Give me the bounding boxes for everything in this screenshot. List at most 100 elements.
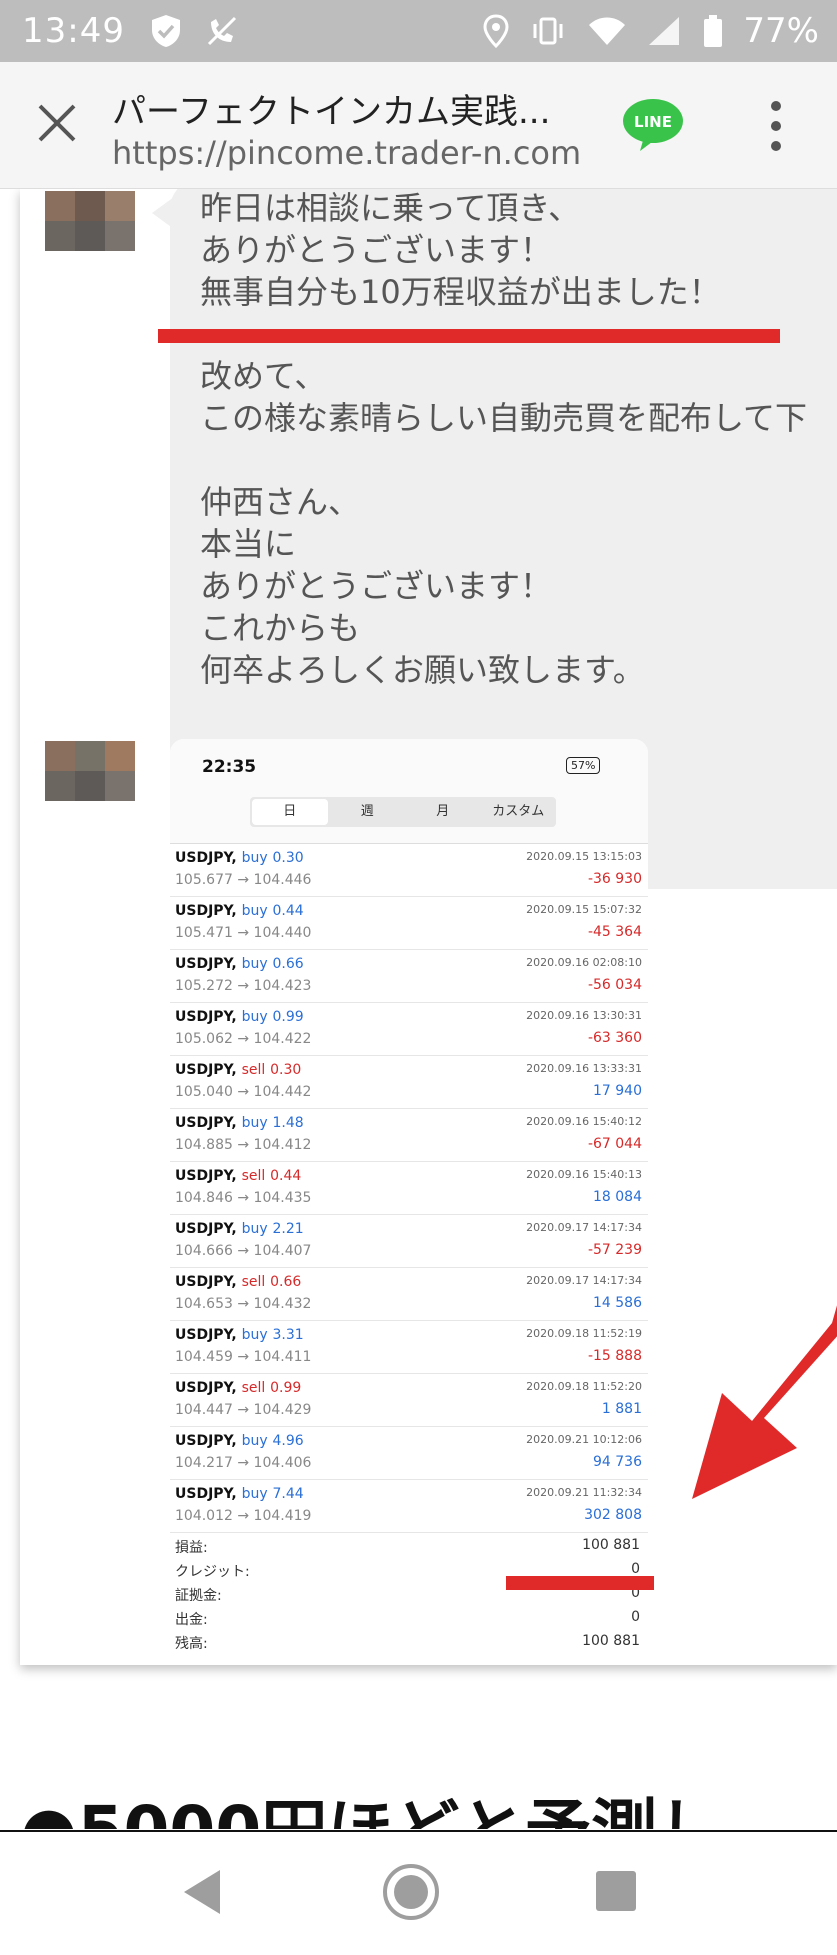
- trade-profit: -45 364: [587, 924, 642, 940]
- trade-open-price: 104.459: [175, 1349, 233, 1365]
- shield-icon: [149, 13, 183, 49]
- trade-row: USDJPY, buy 1.48 104.885 → 104.412 2020.09…: [170, 1109, 648, 1162]
- recents-icon[interactable]: [595, 1870, 637, 1916]
- home-icon[interactable]: [381, 1862, 441, 1926]
- trade-lots: 0.44: [270, 1168, 302, 1184]
- trade-pair: USDJPY,: [175, 903, 237, 919]
- trade-pair: USDJPY,: [175, 1327, 237, 1343]
- trade-row: USDJPY, buy 0.44 105.471 → 104.440 2020.09…: [170, 897, 648, 950]
- summary-label: 出金:: [175, 1612, 208, 1628]
- trade-lots: 0.30: [272, 850, 304, 866]
- trade-lots: 0.99: [270, 1380, 302, 1396]
- trade-lots: 0.30: [270, 1062, 302, 1078]
- trade-open-price: 105.677: [175, 872, 233, 888]
- trade-pair: USDJPY,: [175, 1380, 237, 1396]
- trade-open-price: 104.012: [175, 1508, 233, 1524]
- period-tab: 日: [252, 799, 328, 825]
- trade-open-price: 104.885: [175, 1137, 233, 1153]
- trade-profit: -36 930: [587, 871, 642, 887]
- trade-row: USDJPY, buy 0.66 105.272 → 104.423 2020.09…: [170, 950, 648, 1003]
- trade-close-price: 104.442: [253, 1084, 312, 1100]
- line-share-icon[interactable]: LINE: [622, 97, 684, 151]
- summary-row: 出金: 0: [170, 1609, 648, 1633]
- message-line: 仲西さん、: [200, 483, 361, 521]
- trade-close-price: 104.423: [253, 978, 312, 994]
- trade-row: USDJPY, buy 2.21 104.666 → 104.407 2020.09…: [170, 1215, 648, 1268]
- trade-datetime: 2020.09.21 10:12:06: [526, 1433, 642, 1446]
- trade-profit: 302 808: [584, 1507, 642, 1523]
- avatar: [45, 191, 135, 251]
- trade-close-price: 104.440: [253, 925, 312, 941]
- message-line: [200, 439, 807, 481]
- status-bar: 13:49 77%: [0, 0, 837, 62]
- trade-profit: 14 586: [593, 1295, 642, 1311]
- trade-open-price: 104.666: [175, 1243, 233, 1259]
- message-line: 何卒よろしくお願い致します。: [200, 651, 645, 689]
- system-nav-bar: [0, 1830, 837, 1955]
- trade-side: buy: [241, 1327, 268, 1343]
- signal-icon: [647, 15, 683, 47]
- trade-row: USDJPY, buy 4.96 104.217 → 104.406 2020.09…: [170, 1427, 648, 1480]
- trade-side: buy: [241, 1486, 268, 1502]
- summary-value: 0: [631, 1561, 640, 1577]
- back-icon[interactable]: [180, 1868, 224, 1920]
- trade-datetime: 2020.09.17 14:17:34: [526, 1221, 642, 1234]
- message-line: ありがとうございます！: [200, 567, 553, 605]
- balance-underline: [506, 1576, 654, 1590]
- trade-summary: 損益: 100 881 クレジット: 0 証拠金: 0 出金: 0 残高: 100 881: [170, 1533, 648, 1657]
- trade-open-price: 104.217: [175, 1455, 233, 1471]
- trade-profit: 18 084: [593, 1189, 642, 1205]
- status-time: 13:49: [22, 11, 125, 51]
- trade-side: buy: [241, 1009, 268, 1025]
- trade-profit: -56 034: [587, 977, 642, 993]
- trade-side: buy: [241, 956, 268, 972]
- trade-side: sell: [241, 1062, 266, 1078]
- trade-close-price: 104.435: [253, 1190, 312, 1206]
- trade-datetime: 2020.09.16 15:40:13: [526, 1168, 642, 1181]
- period-tab: 週: [360, 804, 374, 819]
- summary-value: 100 881: [582, 1633, 640, 1649]
- trade-side: buy: [241, 1115, 268, 1131]
- trade-profit: -15 888: [587, 1348, 642, 1364]
- line-label: LINE: [634, 113, 672, 131]
- shot-battery: 57%: [566, 757, 601, 774]
- trade-profit: -57 239: [587, 1242, 642, 1258]
- trade-datetime: 2020.09.16 13:33:31: [526, 1062, 642, 1075]
- trade-row: USDJPY, buy 3.31 104.459 → 104.411 2020.09…: [170, 1321, 648, 1374]
- page-url[interactable]: https://pincome.trader-n.com: [112, 134, 581, 172]
- trade-pair: USDJPY,: [175, 956, 237, 972]
- trade-row: USDJPY, sell 0.30 105.040 → 104.442 2020.0…: [170, 1056, 648, 1109]
- trade-pair: USDJPY,: [175, 1168, 237, 1184]
- period-tabs: 日 週 月 カスタム: [250, 797, 556, 827]
- summary-value: 100 881: [582, 1537, 640, 1553]
- red-arrow-icon: [692, 1305, 837, 1499]
- trade-close-price: 104.422: [253, 1031, 312, 1047]
- trade-close-price: 104.411: [253, 1349, 312, 1365]
- trade-lots: 0.44: [272, 903, 304, 919]
- trade-close-price: 104.406: [253, 1455, 312, 1471]
- more-vert-icon[interactable]: [766, 98, 786, 158]
- trade-datetime: 2020.09.16 13:30:31: [526, 1009, 642, 1022]
- trade-lots: 1.48: [272, 1115, 304, 1131]
- highlight-underline: [158, 329, 780, 343]
- trade-datetime: 2020.09.15 15:07:32: [526, 903, 642, 916]
- trade-datetime: 2020.09.15 13:15:03: [526, 850, 642, 863]
- trade-open-price: 104.846: [175, 1190, 233, 1206]
- message-text: 昨日は相談に乗って頂き、 ありがとうございます！ 無事自分も10万程収益が出ました！…: [200, 189, 807, 691]
- trade-close-price: 104.419: [253, 1508, 312, 1524]
- trade-history-image: 22:35 57% 日 週 月 カスタム USDJPY, buy 0.30 105.67…: [170, 739, 648, 1664]
- trade-profit: 1 881: [601, 1401, 642, 1417]
- trade-close-price: 104.407: [253, 1243, 312, 1259]
- summary-label: 証拠金:: [175, 1588, 222, 1604]
- message-line: 無事自分も10万程収益が出ました！: [200, 273, 721, 311]
- close-icon[interactable]: [34, 100, 80, 146]
- trade-datetime: 2020.09.18 11:52:20: [526, 1380, 642, 1393]
- message-line: 改めて、: [200, 357, 327, 395]
- trade-lots: 0.99: [272, 1009, 304, 1025]
- trade-datetime: 2020.09.17 14:17:34: [526, 1274, 642, 1287]
- trade-lots: 4.96: [272, 1433, 304, 1449]
- trade-close-price: 104.429: [253, 1402, 312, 1418]
- summary-label: 損益:: [175, 1540, 208, 1556]
- trade-pair: USDJPY,: [175, 1221, 237, 1237]
- trade-open-price: 105.062: [175, 1031, 233, 1047]
